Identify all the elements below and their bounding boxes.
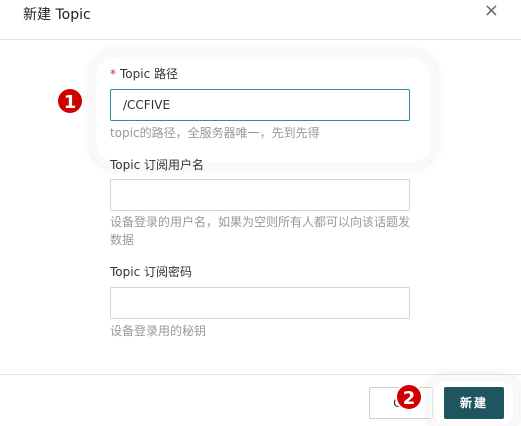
topic-path-label-text: Topic 路径 — [120, 67, 178, 81]
dialog-title: 新建 Topic — [23, 7, 91, 23]
subscribe-user-input[interactable] — [110, 179, 410, 211]
close-icon[interactable]: × — [484, 0, 499, 22]
subscribe-password-help: 设备登录用的秘钥 — [110, 324, 207, 338]
topic-path-label: * Topic 路径 — [110, 65, 178, 82]
subscribe-password-input[interactable] — [110, 287, 410, 319]
required-mark: * — [110, 67, 116, 81]
step-badge-1: 1 — [56, 87, 84, 115]
new-topic-dialog: 新建 Topic × * Topic 路径 topic的路径，全服务器唯一，先到先… — [0, 0, 521, 426]
subscribe-user-label: Topic 订阅用户名 — [110, 158, 204, 172]
create-button[interactable]: 新建 — [444, 387, 504, 419]
step-badge-2: 2 — [395, 383, 423, 411]
dialog-header: 新建 Topic × — [0, 0, 521, 40]
topic-path-help: topic的路径，全服务器唯一，先到先得 — [110, 126, 320, 140]
subscribe-user-help: 设备登录的用户名，如果为空则所有人都可以向该话题发数据 — [110, 215, 411, 247]
topic-path-input[interactable] — [110, 89, 410, 121]
dialog-footer: Ca 新建 — [0, 374, 521, 426]
subscribe-password-label: Topic 订阅密码 — [110, 265, 192, 279]
